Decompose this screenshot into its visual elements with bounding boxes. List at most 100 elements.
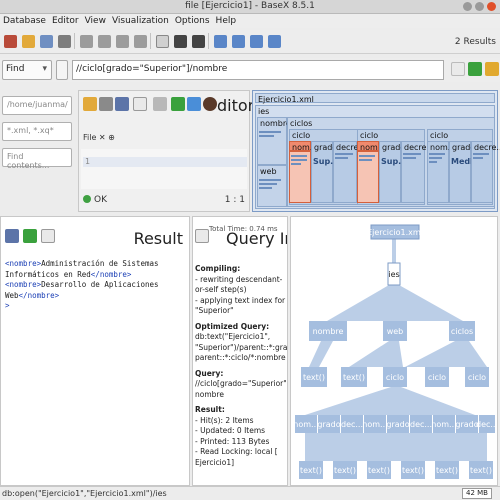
map-view[interactable]: Ejercicio1.xml ies nombre web ciclos cic… (252, 90, 500, 212)
map-cell-decre-1[interactable]: decre... (333, 141, 366, 203)
menu-visualization[interactable]: Visualization (112, 16, 169, 26)
layout-plot-icon[interactable] (268, 35, 281, 48)
back-icon[interactable] (98, 35, 111, 48)
map-nombre[interactable]: nombre (257, 117, 291, 165)
map-ciclo-3-label: ciclo (430, 131, 449, 140)
stop-icon[interactable] (451, 62, 465, 76)
settings-icon[interactable] (192, 35, 205, 48)
menu-view[interactable]: View (85, 16, 106, 26)
menu-help[interactable]: Help (216, 16, 237, 26)
tree-node-nom-1-label: nom... (293, 420, 318, 429)
map-text-bars-decre-3 (473, 153, 489, 161)
query-history-button[interactable] (56, 60, 68, 80)
search-info-icon[interactable] (195, 229, 209, 243)
filter-icon[interactable] (156, 35, 169, 48)
home-icon[interactable] (80, 35, 93, 48)
editor-status-text: OK (94, 195, 107, 205)
menu-database[interactable]: Database (3, 16, 46, 26)
result-text[interactable]: <nombre>Administración de Sistemas Infor… (5, 259, 185, 312)
query-input[interactable]: //ciclo[grado="Superior"]/nombre (72, 60, 444, 80)
tab-file[interactable]: File ✕ ⊕ (83, 133, 115, 142)
status-ok-icon (83, 195, 91, 203)
result-open-tag-2: <nombre> (5, 280, 42, 289)
map-cell-grado-2[interactable]: grado (379, 141, 405, 203)
tree-link-ies-children (327, 285, 463, 321)
query-info-panel: Total Time: 0.74 ms Query Info Compiling… (192, 216, 288, 486)
maximize-button[interactable] (475, 2, 484, 11)
map-doc[interactable]: Ejercicio1.xml (255, 93, 495, 104)
map-text-bars-nom-2 (359, 155, 375, 163)
map-cell-nom-1[interactable]: nom... (289, 141, 317, 152)
save-file-icon[interactable] (99, 97, 113, 111)
map-text-bars-nom-3 (429, 153, 445, 165)
new-db-icon[interactable] (4, 35, 17, 48)
map-cell-nom-3[interactable]: nom... (427, 141, 455, 203)
info-result-heading: Result: (195, 405, 225, 414)
mode-select[interactable]: Find ▾ (2, 60, 52, 80)
forward-icon[interactable] (134, 35, 147, 48)
run-icon[interactable] (468, 62, 482, 76)
result-close-tag-2: </nombre> (18, 290, 60, 300)
open-db-icon[interactable] (22, 35, 35, 48)
result-tail: > (5, 301, 10, 310)
tree-node-text-6-label: text() (402, 466, 424, 475)
db-properties-icon[interactable] (40, 35, 53, 48)
editor-textarea[interactable]: 1 (81, 149, 247, 189)
save-result-icon[interactable] (5, 229, 19, 243)
map-cell-decre-2[interactable]: decre... (401, 141, 434, 203)
up-icon[interactable] (116, 35, 129, 48)
map-root-label: ies (258, 107, 270, 116)
title-bar: file [Ejercicio1] - BaseX 8.5.1 (0, 0, 500, 14)
layout-tree-icon[interactable] (232, 35, 245, 48)
layout-map-icon[interactable] (250, 35, 263, 48)
info-optimized-heading: Optimized Query: (195, 321, 270, 331)
result-close-tag-1: </nombre> (90, 269, 132, 279)
map-cell-grado-1[interactable]: grado (311, 141, 337, 203)
close-db-icon[interactable] (58, 35, 71, 48)
layout-text-icon[interactable] (214, 35, 227, 48)
menu-editor[interactable]: Editor (52, 16, 79, 26)
home-result-icon[interactable] (23, 229, 37, 243)
editor-current-line: 1 (83, 157, 247, 167)
info-body[interactable]: Compiling: - rewriting descendant-or-sel… (195, 259, 287, 468)
minimize-button[interactable] (463, 2, 472, 11)
open-file-icon[interactable] (83, 97, 97, 111)
project-filter-field[interactable]: *.xml, *.xq* (2, 122, 72, 141)
map-cell-grado-3[interactable]: grado (449, 141, 475, 203)
bug-icon[interactable] (203, 97, 217, 111)
tree-view[interactable]: Ejercicio1.xml ies nombre web ciclos tex… (290, 216, 498, 486)
tree-link-doc-ies (392, 239, 396, 263)
tree-link-text-row (305, 433, 487, 461)
editor-status: OK (83, 195, 107, 205)
info-query: //ciclo[grado="Superior"]/ nombre (195, 379, 288, 399)
stop-query-icon[interactable] (153, 97, 167, 111)
tree-node-text-4-label: text() (334, 466, 356, 475)
tree-node-dec-3-label: dec... (476, 420, 497, 429)
filter-results-icon[interactable] (485, 62, 499, 76)
find-contents-field[interactable]: Find contents... (2, 148, 72, 170)
tree-node-web-label: web (387, 327, 404, 336)
search-icon[interactable] (133, 97, 147, 111)
search-result-icon[interactable] (41, 229, 55, 243)
tree-link-nombre-text (309, 341, 333, 367)
tree-node-nom-2-label: nom... (362, 420, 387, 429)
menu-options[interactable]: Options (175, 16, 210, 26)
close-button[interactable] (487, 2, 496, 11)
info-hits: - Hit(s): 2 Items (195, 415, 254, 425)
save-as-icon[interactable] (115, 97, 129, 111)
memory-indicator[interactable]: 42 MB (462, 488, 492, 499)
map-cell-nom-2[interactable]: nom (357, 141, 379, 152)
editor-panel: ditor File ✕ ⊕ 1 OK 1 : 1 (78, 90, 254, 212)
tree-node-doc-label: Ejercicio1.xml (367, 228, 423, 237)
map-ciclo-1-label: ciclo (292, 131, 311, 140)
test-icon[interactable] (187, 97, 201, 111)
tree-node-dec-1-label: dec... (341, 420, 363, 429)
tab-file-label: File (83, 133, 97, 142)
project-path-field[interactable]: /home/juanma/ (2, 96, 72, 115)
result-open-tag-1: <nombre> (5, 259, 42, 268)
execute-icon[interactable] (171, 97, 185, 111)
info-icon[interactable] (174, 35, 187, 48)
map-cell-decre-3[interactable]: decre... (471, 141, 500, 203)
tree-node-ciclo-3-label: ciclo (468, 373, 486, 382)
tree-node-ies-label: ies (388, 270, 399, 279)
